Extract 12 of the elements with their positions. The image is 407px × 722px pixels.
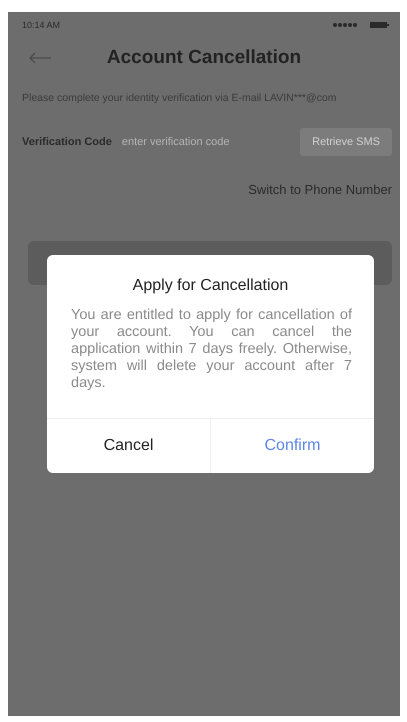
field-label: Verification Code	[22, 136, 112, 148]
page-title: Account Cancellation	[106, 47, 302, 69]
cancel-button[interactable]: Cancel	[47, 419, 210, 473]
confirm-button[interactable]: Confirm	[210, 419, 374, 473]
back-arrow-icon[interactable]	[28, 52, 52, 64]
verification-code-input[interactable]: enter verification code	[120, 135, 292, 149]
switch-link[interactable]: Switch to Phone Number	[248, 182, 392, 197]
dialog-title: Apply for Cancellation	[132, 277, 290, 295]
status-icons	[332, 21, 390, 29]
retrieve-sms-button[interactable]: Retrieve SMS	[300, 128, 392, 156]
status-time: 10:14 AM	[22, 20, 60, 30]
dialog-message: You are entitled to apply for cancellation of your account. You can cancel the application within 7 days freely. Otherwise, system will delete your account after 7 days.	[71, 307, 352, 392]
